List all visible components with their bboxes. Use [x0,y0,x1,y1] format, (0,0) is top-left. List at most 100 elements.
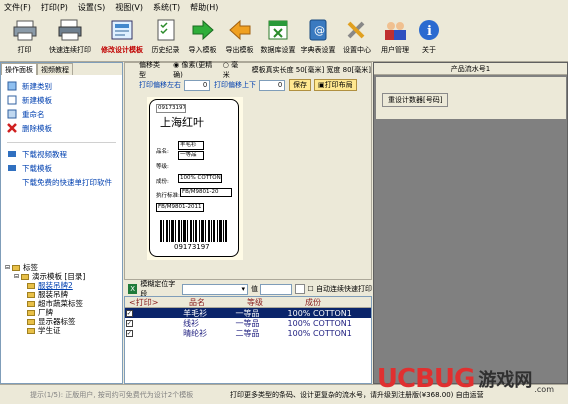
menu-bar: 文件(F) 打印(P) 设置(S) 视图(V) 系统(T) 帮助(H) [0,0,568,14]
dictionary-settings-button[interactable]: @ 字典表设置 [298,14,338,62]
template-tree: ⊟ 标签 ⊟ 演示模板 [目录] 服装吊牌2 服装吊牌 超市蔬菜标签 厂牌 显示器标… [5,263,85,335]
folder-icon [21,273,30,280]
print-checkbox[interactable]: ✓ [125,329,133,337]
label-field-value[interactable]: 一等品 [178,151,204,160]
new-category-icon [7,81,17,91]
dictionary-icon: @ [305,18,331,42]
label-field-value[interactable]: 100% COTTON [178,174,222,183]
table-header: <打印> 品名 等级 成份 [125,297,371,308]
filter-value-input[interactable] [259,283,293,295]
menu-print[interactable]: 打印(P) [41,2,68,13]
new-template-icon [7,95,17,105]
export-template-button[interactable]: 导出模板 [221,14,258,62]
menu-help[interactable]: 帮助(H) [190,2,218,13]
print-button[interactable]: 打印 [6,14,43,62]
unit-pixel-radio[interactable]: ◉ 像素(更精确) [173,60,219,80]
download-video-link[interactable]: 下载视频教程 [7,147,116,161]
barcode[interactable] [160,220,228,242]
auto-continue-checkbox[interactable]: ☐ 自动连续快速打印 [308,284,373,294]
settings-center-button[interactable]: 设置中心 [338,14,376,62]
label-preview[interactable]: 09173197 上海红叶 品名: 羊毛衫 一等品 等级: 成份: 100% C… [149,99,239,257]
template-designer: 偏移类型 ◉ 像素(更精确) ○ 毫米 模板真实长度 50[毫米] 宽度 80[… [124,60,372,280]
folder-icon [27,291,35,298]
edit-template-button[interactable]: 修改设计模板 [97,14,147,62]
import-template-button[interactable]: 导入模板 [184,14,221,62]
history-icon [153,18,179,42]
menu-view[interactable]: 视图(V) [115,2,143,13]
menu-system[interactable]: 系统(T) [153,2,180,13]
delete-icon [7,123,17,133]
template-size-text: 模板真实长度 50[毫米] 宽度 80[毫米] [251,66,371,74]
main-toolbar: 打印 快速连续打印 修改设计模板 历史纪录 导入模板 导出模板 数据库设置 @ … [0,14,568,62]
filter-field-select[interactable]: ▾ [182,283,248,295]
table-row[interactable]: ✓ 羊毛衫 一等品 100% COTTON1 [125,308,371,318]
folder-icon [27,318,35,325]
label-canvas: 09173197 上海红叶 品名: 羊毛衫 一等品 等级: 成份: 100% C… [147,97,243,260]
download-free-software-link[interactable]: 下载免费的快速单打印软件 [7,175,116,189]
operation-panel: 操作面板 视频教程 新建类别 新建模板 重命名 删除模板 下载视频教程 下载模板 [0,62,123,384]
filter-bar: X 模糊定位字段 ▾ 值 ☐ 自动连续快速打印 [124,280,373,298]
menu-settings[interactable]: 设置(S) [78,2,105,13]
property-panel: 产品流水号1 重设计数器[号码] [373,62,568,384]
label-code-top[interactable]: 09173197 [156,104,186,113]
import-icon [190,18,216,42]
database-settings-button[interactable]: 数据库设置 [258,14,298,62]
settings-icon [344,18,370,42]
data-table: <打印> 品名 等级 成份 ✓ 羊毛衫 一等品 100% COTTON1 ✓ 线… [124,296,372,384]
print-layout-button[interactable]: ▣打印布局 [314,79,357,91]
fast-print-icon [57,18,83,42]
label-field-value[interactable]: 羊毛衫 [178,141,204,150]
offset-lr-input[interactable] [184,79,210,91]
folder-icon [27,300,35,307]
edit-template-icon [109,18,135,42]
label-standard-box[interactable]: FB/M9801-2011 [156,203,204,212]
svg-text:i: i [427,24,432,39]
status-tip: 提示(1/5): 正版用户, 按司约可免费代为设计2个模板 [30,390,194,399]
users-icon [382,18,408,42]
table-row[interactable]: ✓ 晴纶衫 二等品 100% COTTON1 [125,328,371,338]
folder-icon [27,309,35,316]
tab-video-tutorial[interactable]: 视频教程 [37,63,73,75]
info-icon: i [416,18,442,42]
divider [7,135,116,143]
search-icon[interactable] [295,284,305,294]
offset-type-row: 偏移类型 ◉ 像素(更精确) ○ 毫米 模板真实长度 50[毫米] 宽度 80[… [139,60,371,80]
label-title[interactable]: 上海红叶 [160,114,204,130]
offset-row: 打印偏移左右 打印偏移上下 保存 ▣打印布局 [125,77,371,93]
download-template-link[interactable]: 下载模板 [7,161,116,175]
about-button[interactable]: i 关于 [414,14,444,62]
excel-icon[interactable]: X [128,284,138,294]
folder-icon [27,282,35,289]
folder-icon [27,327,35,334]
tree-node-template[interactable]: 学生证 [5,326,85,335]
print-checkbox[interactable]: ✓ [125,309,133,317]
history-button[interactable]: 历史纪录 [147,14,184,62]
label-field-name: 等级: [156,164,169,170]
database-icon [265,18,291,42]
print-checkbox[interactable]: ✓ [125,319,133,327]
user-management-button[interactable]: 用户管理 [376,14,414,62]
rename-icon [7,109,17,119]
table-row[interactable]: ✓ 线衫 一等品 100% COTTON1 [125,318,371,328]
label-field-name: 成份: [156,179,169,185]
new-template-action[interactable]: 新建模板 [7,93,116,107]
export-icon [227,18,253,42]
label-field-value[interactable]: FB/M9801-20 [180,188,232,197]
delete-template-action[interactable]: 删除模板 [7,121,116,135]
menu-file[interactable]: 文件(F) [4,2,31,13]
new-category-action[interactable]: 新建类别 [7,79,116,93]
unit-mm-radio[interactable]: ○ 毫米 [223,60,244,80]
barcode-text: 09173197 [174,243,210,251]
video-icon [8,151,16,157]
reset-counter-button[interactable]: 重设计数器[号码] [382,93,449,107]
save-button[interactable]: 保存 [289,79,311,91]
property-content: 重设计数器[号码] [376,77,566,119]
offset-ud-input[interactable] [259,79,285,91]
tab-operation-panel[interactable]: 操作面板 [1,63,37,75]
property-panel-title: 产品流水号1 [374,63,567,75]
download-icon [8,165,16,171]
action-list: 新建类别 新建模板 重命名 删除模板 下载视频教程 下载模板 下载免费的快速单打… [1,75,122,193]
rename-action[interactable]: 重命名 [7,107,116,121]
folder-icon [12,264,21,271]
fast-print-button[interactable]: 快速连续打印 [43,14,97,62]
